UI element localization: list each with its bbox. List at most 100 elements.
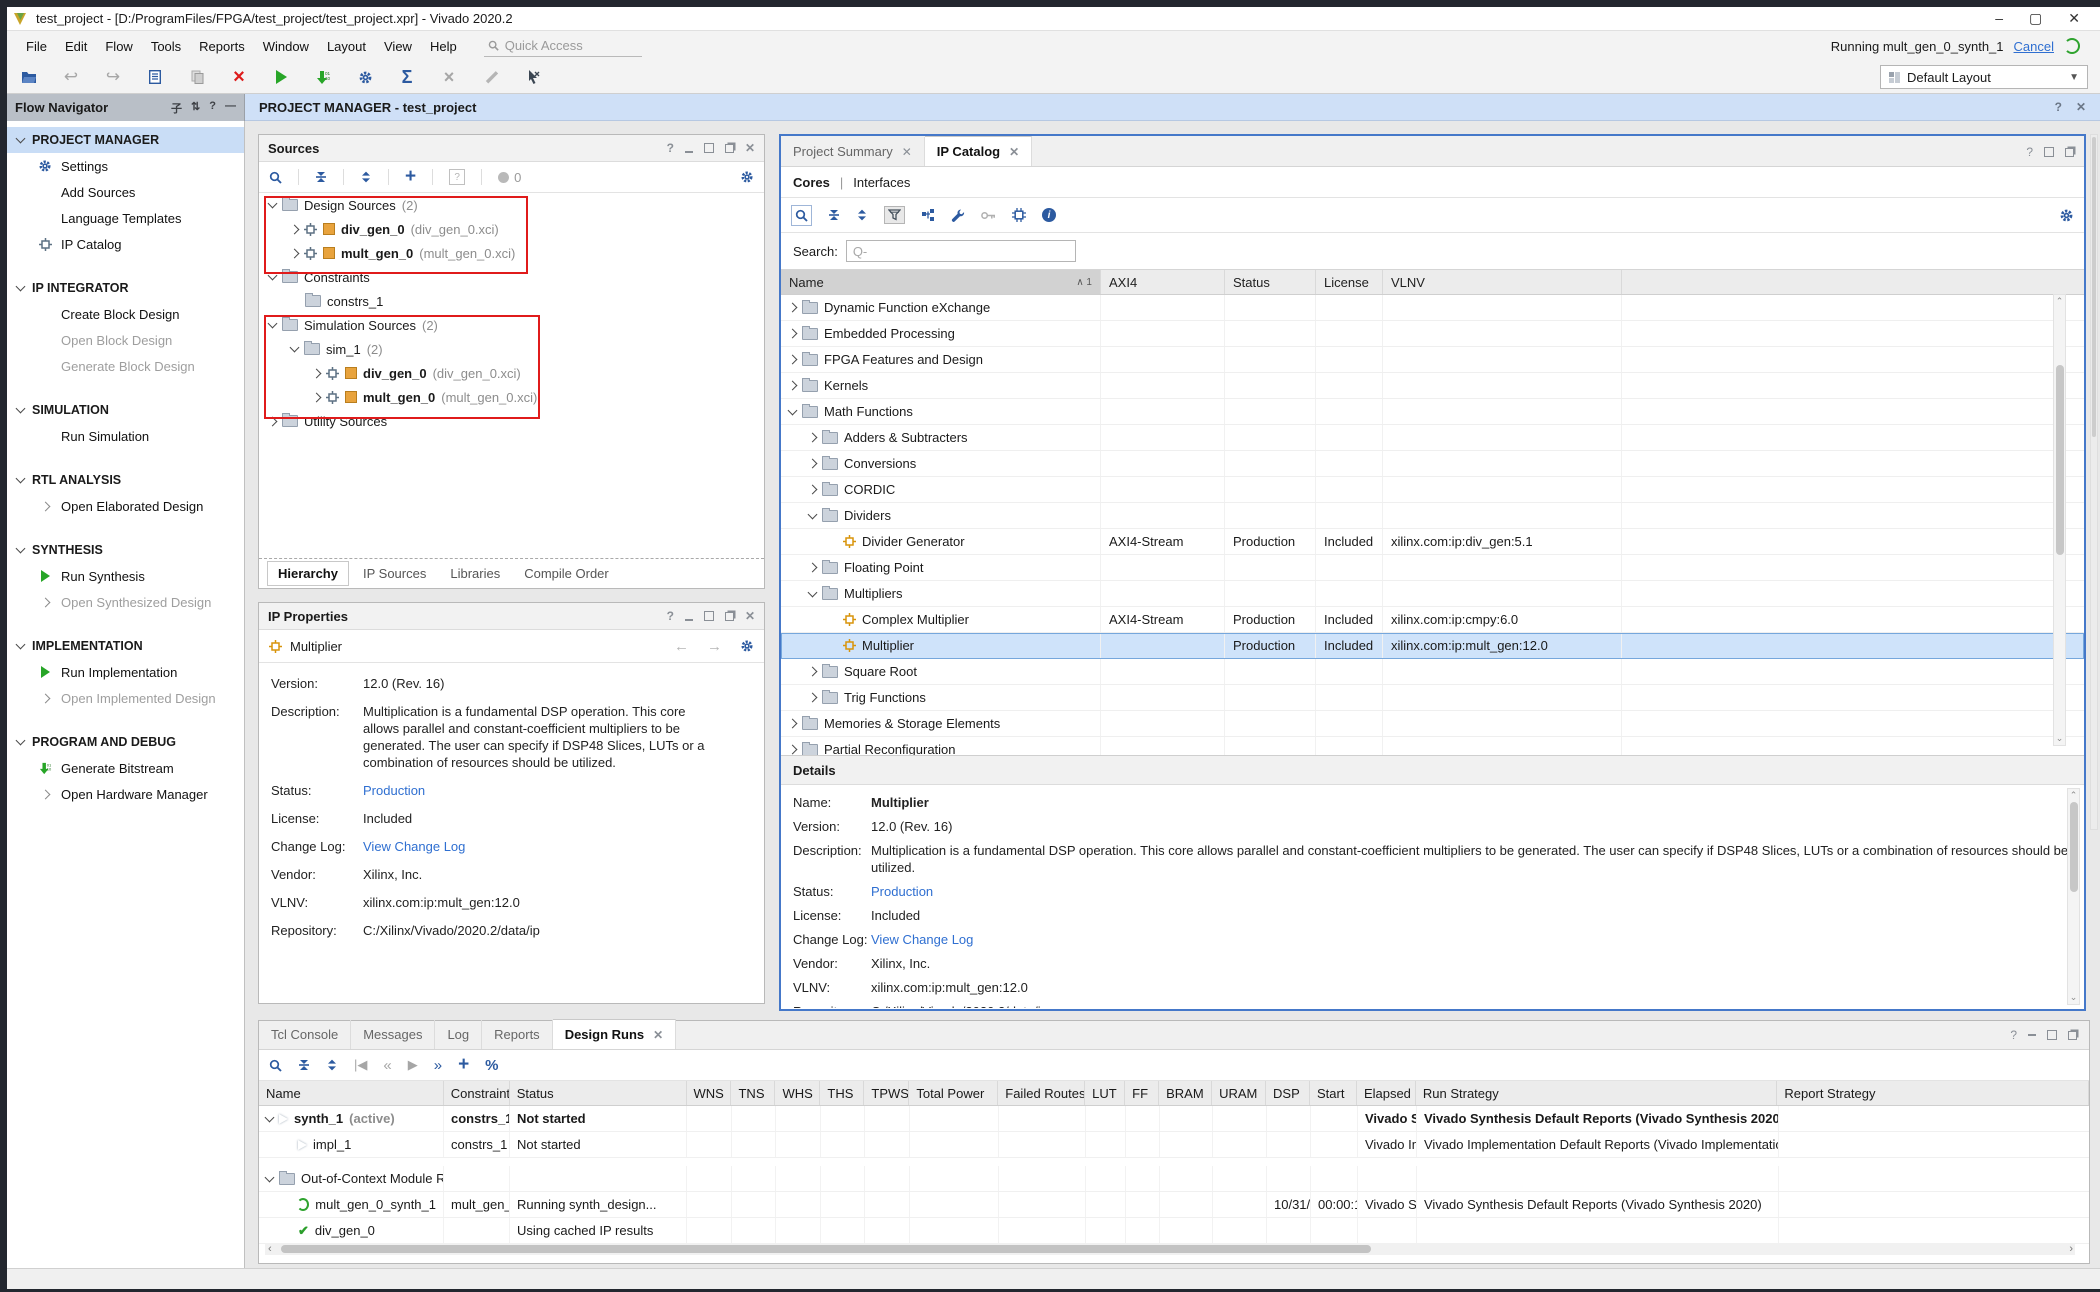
search-icon[interactable]	[269, 1059, 282, 1072]
sidebar-item-run-implementation[interactable]: Run Implementation	[7, 659, 244, 685]
catalog-row[interactable]: Conversions	[781, 451, 2084, 477]
sidebar-item-open-hardware-manager[interactable]: Open Hardware Manager	[7, 781, 244, 807]
scrollbar-thumb[interactable]	[2092, 137, 2096, 437]
layout-selector[interactable]: Default Layout ▼	[1880, 65, 2088, 89]
field-value-link[interactable]: View Change Log	[363, 838, 465, 855]
caret-collapsed-icon[interactable]	[788, 381, 798, 391]
catalog-row[interactable]: Memories & Storage Elements	[781, 711, 2084, 737]
menu-item-view[interactable]: View	[375, 35, 421, 58]
caret-collapsed-icon[interactable]	[788, 355, 798, 365]
maximize-panel-icon[interactable]	[704, 611, 714, 621]
menu-item-flow[interactable]: Flow	[96, 35, 141, 58]
chevron-right-icon[interactable]	[40, 501, 50, 511]
caret-expanded-icon[interactable]	[808, 587, 818, 597]
search-icon[interactable]	[269, 171, 282, 184]
float-panel-icon[interactable]	[2068, 1031, 2077, 1040]
float-panel-icon[interactable]	[725, 144, 734, 153]
add-ip-icon[interactable]	[921, 208, 935, 222]
tab-compile-order[interactable]: Compile Order	[514, 562, 619, 585]
help-icon[interactable]: ?	[209, 100, 216, 116]
tree-row[interactable]: Design Sources (2)	[259, 193, 764, 217]
tab-design-runs[interactable]: Design Runs✕	[553, 1019, 677, 1049]
tab-messages[interactable]: Messages	[351, 1020, 435, 1049]
tree-row[interactable]: Simulation Sources (2)	[259, 313, 764, 337]
collapse-all-icon[interactable]	[315, 171, 327, 183]
menu-item-tools[interactable]: Tools	[142, 35, 190, 58]
help-icon[interactable]: ?	[2055, 100, 2062, 114]
wrench-icon[interactable]	[951, 208, 965, 222]
float-panel-icon[interactable]	[725, 612, 734, 621]
design-run-row[interactable]: Out-of-Context Module Runs	[259, 1166, 2089, 1192]
run-column-tns[interactable]: TNS	[731, 1081, 775, 1105]
run-column-wns[interactable]: WNS	[687, 1081, 732, 1105]
catalog-row[interactable]: Dividers	[781, 503, 2084, 529]
tab-libraries[interactable]: Libraries	[440, 562, 510, 585]
caret-collapsed-icon[interactable]	[268, 416, 278, 426]
tree-row[interactable]: Utility Sources	[259, 409, 764, 433]
tab-ip-sources[interactable]: IP Sources	[353, 562, 436, 585]
column-header-status[interactable]: Status	[1225, 270, 1316, 294]
close-tab-icon[interactable]: ✕	[902, 145, 912, 159]
caret-expanded-icon[interactable]	[16, 474, 26, 484]
caret-collapsed-icon[interactable]	[788, 329, 798, 339]
collapse-all-icon[interactable]	[828, 209, 840, 221]
run-column-failed-routes[interactable]: Failed Routes	[998, 1081, 1085, 1105]
chevron-right-icon[interactable]	[40, 597, 50, 607]
run-icon[interactable]	[271, 67, 291, 87]
run-column-total-power[interactable]: Total Power	[909, 1081, 998, 1105]
tab-reports[interactable]: Reports	[482, 1020, 553, 1049]
filter-icon[interactable]	[884, 206, 905, 224]
catalog-row[interactable]: Square Root	[781, 659, 2084, 685]
design-run-row[interactable]: impl_1constrs_1Not startedVivado Impleme…	[259, 1132, 2089, 1158]
close-tab-icon[interactable]: ✕	[1009, 145, 1019, 159]
column-header-axi4[interactable]: AXI4	[1101, 270, 1225, 294]
catalog-row[interactable]: Kernels	[781, 373, 2084, 399]
caret-expanded-icon[interactable]	[16, 134, 26, 144]
tree-row[interactable]: Constraints	[259, 265, 764, 289]
tab-tcl-console[interactable]: Tcl Console	[259, 1020, 351, 1049]
sidebar-item-add-sources[interactable]: Add Sources	[7, 179, 244, 205]
caret-collapsed-icon[interactable]	[808, 459, 818, 469]
catalog-row[interactable]: Adders & Subtracters	[781, 425, 2084, 451]
scroll-down-icon[interactable]: ⌄	[2068, 992, 2079, 1003]
run-column-ff[interactable]: FF	[1125, 1081, 1159, 1105]
tree-row[interactable]: constrs_1	[259, 289, 764, 313]
menu-item-reports[interactable]: Reports	[190, 35, 254, 58]
run-column-ths[interactable]: THS	[820, 1081, 864, 1105]
design-run-row[interactable]: synth_1 (active)constrs_1Not startedViva…	[259, 1106, 2089, 1132]
sidebar-item-language-templates[interactable]: Language Templates	[7, 205, 244, 231]
catalog-row[interactable]: Math Functions	[781, 399, 2084, 425]
help-icon[interactable]: ?	[2026, 145, 2033, 159]
scrollbar-thumb[interactable]	[281, 1245, 1371, 1253]
caret-collapsed-icon[interactable]	[808, 563, 818, 573]
caret-expanded-icon[interactable]	[268, 271, 278, 281]
window-right-scrollbar[interactable]	[2090, 134, 2098, 830]
copy-icon[interactable]	[187, 67, 207, 87]
delete-icon[interactable]: ×	[229, 67, 249, 87]
design-run-row[interactable]: mult_gen_0_synth_1mult_gen_0Running synt…	[259, 1192, 2089, 1218]
cancel-run-link[interactable]: Cancel	[2014, 39, 2054, 54]
redo-icon[interactable]: ↪	[103, 67, 123, 87]
create-run-icon[interactable]: +	[458, 1054, 469, 1076]
sidebar-item-settings[interactable]: Settings	[7, 153, 244, 179]
caret-expanded-icon[interactable]	[265, 1112, 275, 1122]
field-value-link[interactable]: View Change Log	[871, 931, 973, 948]
run-column-tpws[interactable]: TPWS	[864, 1081, 909, 1105]
menu-item-layout[interactable]: Layout	[318, 35, 375, 58]
run-column-lut[interactable]: LUT	[1085, 1081, 1125, 1105]
catalog-row[interactable]: Embedded Processing	[781, 321, 2084, 347]
run-column-uram[interactable]: URAM	[1212, 1081, 1266, 1105]
scrollbar-thumb[interactable]	[2070, 802, 2078, 892]
sidebar-item-ip-catalog[interactable]: IP Catalog	[7, 231, 244, 257]
maximize-panel-icon[interactable]	[2044, 147, 2054, 157]
column-header-name[interactable]: Name∧ 1	[781, 270, 1101, 294]
ip-catalog-vertical-scrollbar[interactable]: ⌃ ⌄	[2053, 294, 2066, 746]
catalog-row[interactable]: Trig Functions	[781, 685, 2084, 711]
catalog-row[interactable]: CORDIC	[781, 477, 2084, 503]
percent-icon[interactable]: %	[485, 1057, 498, 1074]
caret-collapsed-icon[interactable]	[788, 719, 798, 729]
tree-row[interactable]: div_gen_0 (div_gen_0.xci)	[259, 217, 764, 241]
caret-collapsed-icon[interactable]	[290, 224, 300, 234]
collapse-all-icon[interactable]	[298, 1059, 310, 1071]
tree-row[interactable]: div_gen_0 (div_gen_0.xci)	[259, 361, 764, 385]
